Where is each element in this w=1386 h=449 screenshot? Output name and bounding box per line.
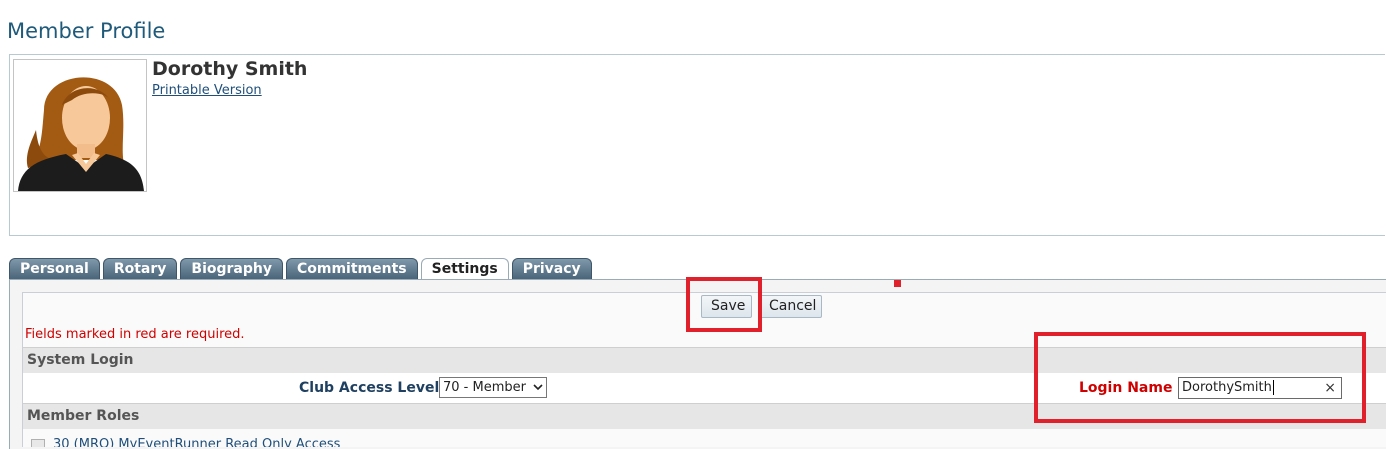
annotation-dot (894, 280, 901, 287)
login-name-highlight-box (1034, 332, 1366, 423)
club-access-level-value: 70 - Member (443, 380, 526, 395)
tab-biography[interactable]: Biography (180, 258, 283, 279)
member-role-item: 30 (MRO) MyEventRunner Read Only Access (23, 431, 1386, 447)
avatar-image (18, 77, 144, 191)
tab-privacy[interactable]: Privacy (511, 258, 592, 279)
member-name: Dorothy Smith (152, 58, 308, 80)
tab-personal[interactable]: Personal (9, 258, 100, 279)
role-label[interactable]: 30 (MRO) MyEventRunner Read Only Access (53, 437, 340, 447)
tab-commitments[interactable]: Commitments (285, 258, 418, 279)
required-fields-note: Fields marked in red are required. (25, 327, 245, 342)
club-access-level-label: Club Access Level (299, 380, 440, 396)
tab-rotary[interactable]: Rotary (102, 258, 178, 279)
member-avatar (13, 59, 147, 192)
profile-summary-box (9, 54, 1385, 236)
club-access-level-select[interactable]: 70 - Member (439, 377, 547, 398)
role-checkbox[interactable] (31, 439, 45, 447)
profile-tabs: Personal Rotary Biography Commitments Se… (9, 258, 595, 280)
cancel-button[interactable]: Cancel (759, 295, 822, 318)
chevron-down-icon (533, 384, 543, 391)
printable-version-link[interactable]: Printable Version (152, 83, 262, 98)
save-highlight-box (686, 277, 762, 332)
tab-settings[interactable]: Settings (420, 258, 509, 280)
page-title: Member Profile (7, 19, 166, 43)
